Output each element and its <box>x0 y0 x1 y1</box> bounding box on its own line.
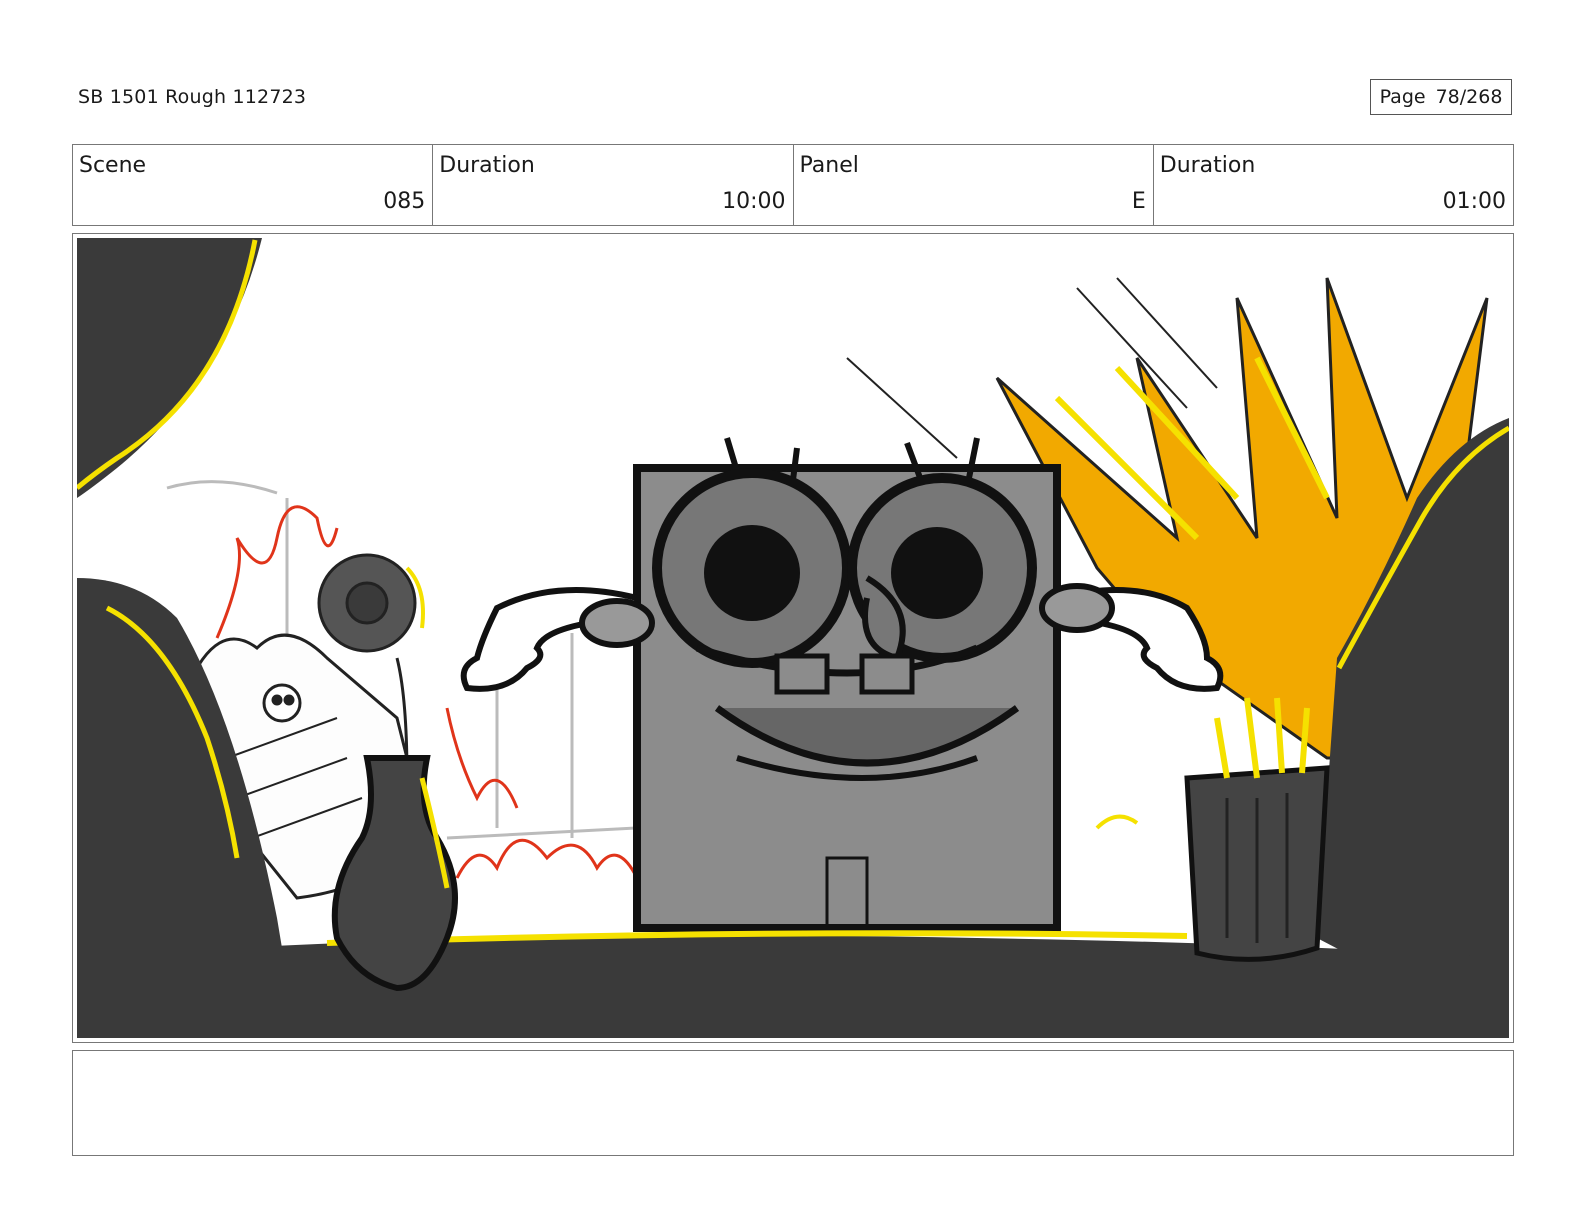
character-spongebob <box>633 437 1061 932</box>
scene-value: 085 <box>383 189 426 214</box>
scene-duration-cell: Duration 10:00 <box>433 145 794 225</box>
panel-notes-box <box>72 1050 1514 1156</box>
page-label: Page <box>1379 86 1426 108</box>
panel-duration-cell: Duration 01:00 <box>1154 145 1513 225</box>
page-indicator: Page 78/268 <box>1370 79 1512 115</box>
storyboard-drawing <box>77 238 1509 1038</box>
panel-duration-label: Duration <box>1159 153 1256 178</box>
panel-duration-value: 01:00 <box>1442 189 1506 214</box>
scene-duration-value: 10:00 <box>722 189 786 214</box>
panel-label: Panel <box>799 153 859 178</box>
panel-info-row: Scene 085 Duration 10:00 Panel E Duratio… <box>72 144 1514 226</box>
document-title: SB 1501 Rough 112723 <box>78 86 307 108</box>
panel-cell: Panel E <box>794 145 1154 225</box>
scene-duration-label: Duration <box>439 153 535 178</box>
scene-cell: Scene 085 <box>73 145 434 225</box>
panel-value: E <box>1131 189 1146 214</box>
page-number: 78/268 <box>1435 86 1503 108</box>
scene-label: Scene <box>79 153 147 178</box>
